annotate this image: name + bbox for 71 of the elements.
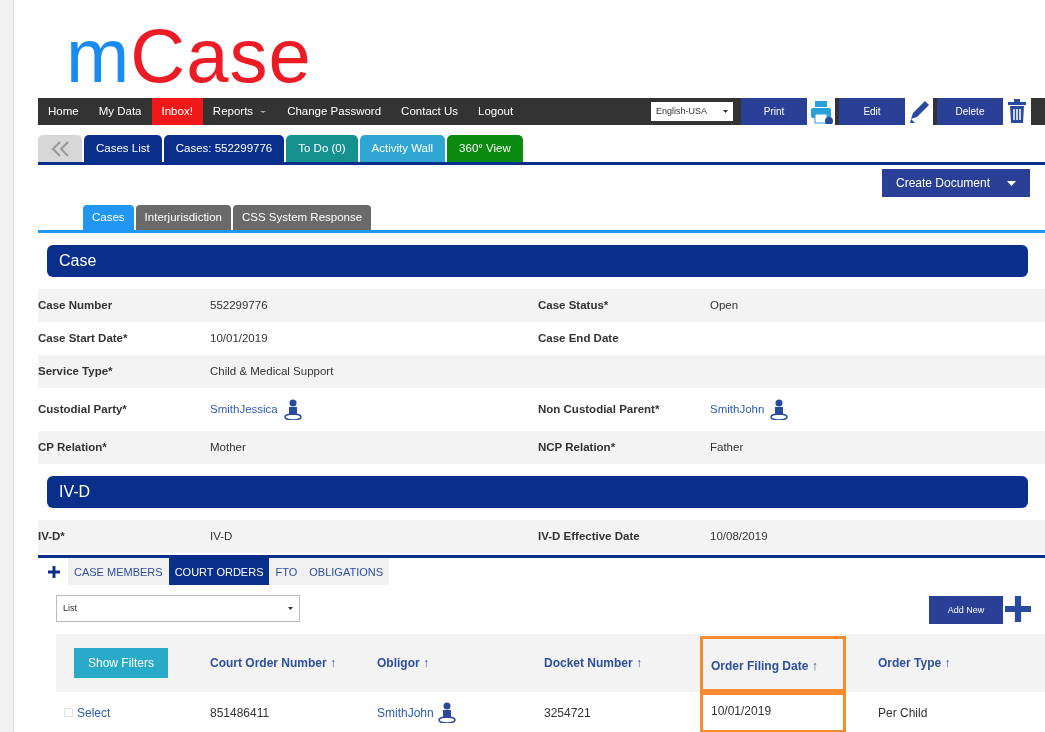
tab[interactable]: OBLIGATIONS [303,558,390,586]
plus-icon[interactable] [1005,596,1031,623]
field-label: Custodial Party* [38,402,128,418]
caret-icon[interactable] [259,108,268,115]
field-label: Case Number [38,298,114,314]
person-link[interactable]: SmithJohn [377,703,434,722]
field-value: 10/08/2019 [710,529,768,545]
table-cell-text: 10/01/2019 [711,703,772,721]
person-link[interactable]: SmithJohn [710,401,765,419]
action-button[interactable]: Print [741,98,807,125]
section-header: Case [47,245,1028,278]
field-label: IV-D* [38,529,66,545]
field-label: CP Relation* [38,440,108,456]
logo-text: Case [130,13,312,98]
field-value: 552299776 [210,298,268,314]
tab[interactable]: 360° View [447,135,523,162]
caret-icon[interactable] [723,110,728,113]
field-label: Case End Date [538,331,620,347]
select-checkbox[interactable] [64,708,73,718]
tab[interactable]: CASE MEMBERS [68,558,169,586]
tab[interactable]: Cases List [84,135,162,162]
language-select[interactable]: English-USA [651,102,733,121]
field-value: Father [710,440,744,456]
column-header[interactable]: Obligor ↑ [377,654,544,673]
table-cell-text: 3254721 [544,704,591,722]
tab[interactable]: To Do (0) [286,135,358,162]
action-button[interactable]: Delete [937,98,1003,125]
column-header[interactable]: Order Type ↑ [878,654,1008,673]
create-document-button[interactable]: Create Document [882,169,1030,197]
add-new-button[interactable]: Add New [929,596,1003,625]
field-value: Mother [210,440,246,456]
nav-item[interactable]: My Data [88,98,152,125]
tab[interactable]: Cases: 552299776 [163,135,285,162]
trash-icon[interactable] [1005,99,1029,124]
person-link[interactable]: SmithJessica [210,401,278,419]
tab[interactable]: COURT ORDERS [168,558,270,586]
caret-icon[interactable] [288,607,293,611]
select-link[interactable]: Select [77,703,111,722]
nav-item[interactable]: Reports [202,98,278,125]
table-cell-text: 851486411 [210,704,270,722]
view-select[interactable]: List [56,595,300,623]
field-label: IV-D Effective Date [538,529,641,545]
printer-icon[interactable] [809,99,833,124]
field-label: Case Status* [538,298,610,314]
person-icon[interactable] [437,702,456,724]
nav-item[interactable]: Inbox! [151,98,203,125]
nav-item[interactable]: Logout [468,98,524,125]
person-icon[interactable] [770,399,789,421]
field-label: Non Custodial Parent* [538,402,661,418]
field-value: Child & Medical Support [210,364,334,380]
section-header: IV-D [47,476,1028,509]
tab[interactable]: Interjurisdiction [135,205,231,231]
person-icon[interactable] [283,399,302,421]
field-value: IV-D [210,529,233,545]
action-button[interactable]: Edit [839,98,905,125]
nav-item[interactable]: Home [38,98,89,125]
nav-item[interactable]: Contact Us [391,98,468,125]
field-label: Service Type* [38,364,114,380]
tab[interactable]: FTO [269,558,304,586]
pencil-icon[interactable] [907,99,931,124]
table-cell-text: Per Child [878,704,928,722]
logo-text: m [66,13,131,98]
field-value: Open [710,298,739,314]
field-label: NCP Relation* [538,440,617,456]
field-label: Case Start Date* [38,331,129,347]
column-header[interactable]: Court Order Number ↑ [210,654,377,673]
tab[interactable]: CSS System Response [232,205,372,231]
plus-icon[interactable] [48,565,60,578]
field-value: 10/01/2019 [210,331,268,347]
nav-item[interactable]: Change Password [277,98,392,125]
caret-icon[interactable] [1007,180,1016,186]
